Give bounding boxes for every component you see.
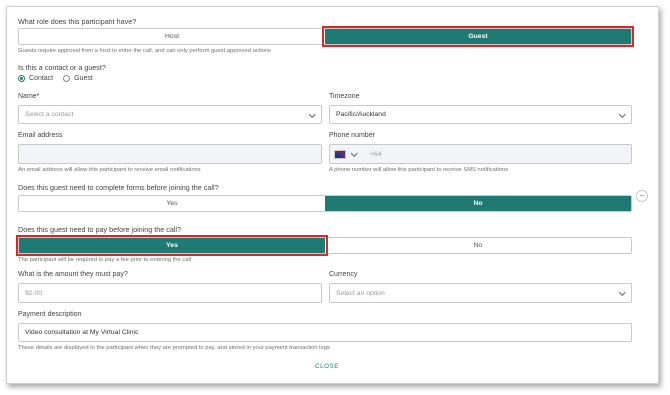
role-help-text: Guests require approval from a host to e… xyxy=(18,48,271,54)
currency-select[interactable]: Select an option xyxy=(329,283,632,303)
forms-question: Does this guest need to complete forms b… xyxy=(18,183,219,192)
amount-input[interactable]: $0.00 xyxy=(18,283,322,303)
collapse-minus-icon[interactable]: – xyxy=(636,190,648,202)
phone-help-text: A phone number will allow this participa… xyxy=(329,167,509,173)
pay-no-button[interactable]: No xyxy=(325,238,631,253)
phone-placeholder: +64 xyxy=(370,150,382,158)
contact-or-guest-question: Is this a contact or a guest? xyxy=(18,63,106,72)
nz-flag-icon[interactable] xyxy=(334,149,346,159)
forms-yes-button[interactable]: Yes xyxy=(19,196,325,211)
contact-or-guest-radio-group: Contact Guest xyxy=(18,75,93,82)
role-host-button[interactable]: Host xyxy=(19,29,325,44)
radio-guest-label: Guest xyxy=(74,75,93,82)
radio-guest[interactable]: Guest xyxy=(63,75,93,82)
chevron-down-icon xyxy=(350,149,357,157)
phone-field[interactable]: +64 xyxy=(329,144,632,164)
radio-empty-icon xyxy=(63,75,71,82)
timezone-value: Pacific/Auckland xyxy=(336,111,386,118)
role-guest-button[interactable]: Guest xyxy=(322,26,634,47)
currency-label: Currency xyxy=(329,271,358,278)
name-label: Name* xyxy=(18,93,40,100)
chevron-down-icon xyxy=(618,110,625,117)
close-button[interactable]: CLOSE xyxy=(315,363,339,370)
contact-select[interactable]: Select a contact xyxy=(18,105,322,124)
pay-toggle: Yes No xyxy=(16,235,632,256)
payment-description-label: Payment description xyxy=(18,311,82,318)
currency-placeholder: Select an option xyxy=(336,289,385,297)
email-label: Email address xyxy=(18,132,63,139)
timezone-label: Timezone xyxy=(329,93,360,100)
email-help-text: An email address will allow this partici… xyxy=(18,167,201,173)
payment-description-value: Video consultation at My Virtual Clinic xyxy=(25,329,139,336)
country-dropdown[interactable] xyxy=(346,149,358,158)
phone-label: Phone number xyxy=(329,132,375,139)
radio-contact[interactable]: Contact xyxy=(18,75,53,82)
amount-label: What is the amount they must pay? xyxy=(18,271,128,278)
role-question: What role does this participant have? xyxy=(18,17,137,26)
pay-question: Does this guest need to pay before joini… xyxy=(18,225,182,234)
pay-yes-button[interactable]: Yes xyxy=(16,235,328,256)
radio-contact-label: Contact xyxy=(29,75,54,82)
payment-description-help-text: These details are displayed to the parti… xyxy=(18,345,330,351)
timezone-select[interactable]: Pacific/Auckland xyxy=(329,105,632,124)
forms-no-button[interactable]: No xyxy=(325,196,631,211)
add-participant-panel: What role does this participant have? Ho… xyxy=(6,6,659,384)
radio-selected-icon xyxy=(18,75,25,82)
chevron-down-icon xyxy=(308,110,315,117)
amount-placeholder: $0.00 xyxy=(25,289,43,297)
email-field[interactable] xyxy=(18,144,322,164)
chevron-down-icon xyxy=(618,288,625,296)
forms-toggle: Yes No xyxy=(18,195,632,212)
pay-help-text: The participant will be required to pay … xyxy=(18,257,192,263)
contact-select-placeholder: Select a contact xyxy=(25,111,74,118)
payment-description-input[interactable]: Video consultation at My Virtual Clinic xyxy=(18,323,632,342)
role-toggle: Host Guest xyxy=(18,26,634,47)
